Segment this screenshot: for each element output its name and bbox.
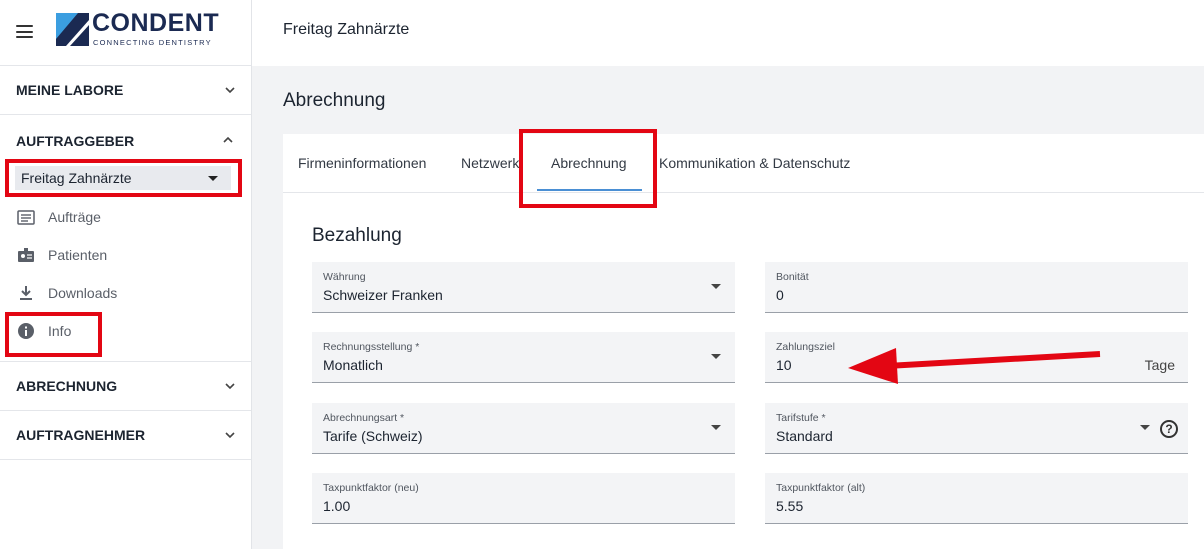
help-icon[interactable]: ? bbox=[1160, 420, 1178, 438]
field-suffix: Tage bbox=[1144, 357, 1175, 373]
sidebar-item-patienten[interactable]: Patienten bbox=[16, 244, 107, 266]
tab-abrechnung[interactable]: Abrechnung bbox=[551, 155, 627, 171]
tab-firmeninformationen[interactable]: Firmeninformationen bbox=[298, 155, 426, 171]
caret-down-icon bbox=[711, 425, 721, 430]
brand-name: CONDENT bbox=[92, 9, 220, 37]
sidebar-item-label: Downloads bbox=[48, 285, 118, 301]
sidebar-item-downloads[interactable]: Downloads bbox=[16, 282, 117, 304]
field-value: Tarife (Schweiz) bbox=[323, 428, 423, 444]
caret-down-icon bbox=[711, 284, 721, 289]
chevron-down-icon bbox=[225, 383, 235, 390]
section-title: Bezahlung bbox=[312, 225, 402, 246]
tab-bar: Firmeninformationen Netzwerk Abrechnung … bbox=[283, 134, 1204, 193]
caret-down-icon bbox=[711, 354, 721, 359]
sidebar-header: CONDENT CONNECTING DENTISTRY bbox=[0, 0, 251, 66]
field-label: Taxpunktfaktor (alt) bbox=[776, 482, 866, 494]
tarifstufe-select[interactable]: Tarifstufe * Standard ? bbox=[765, 403, 1188, 454]
field-value: 0 bbox=[776, 287, 784, 303]
chevron-up-icon[interactable] bbox=[223, 135, 233, 145]
chevron-down-icon bbox=[225, 87, 235, 94]
section-label: ABRECHNUNG bbox=[16, 378, 118, 394]
field-label: Rechnungsstellung * bbox=[323, 341, 420, 353]
field-label: Taxpunktfaktor (neu) bbox=[323, 482, 419, 494]
chevron-down-icon bbox=[225, 432, 235, 439]
sidebar: CONDENT CONNECTING DENTISTRY MEINE LABOR… bbox=[0, 0, 252, 549]
menu-icon[interactable] bbox=[16, 25, 33, 38]
bonitaet-field[interactable]: Bonität 0 bbox=[765, 262, 1188, 313]
patients-icon bbox=[16, 245, 36, 265]
sidebar-section-auftraggeber: AUFTRAGGEBER Freitag Zahnärzte Aufträge … bbox=[0, 115, 251, 362]
field-value: 10 bbox=[776, 357, 792, 373]
taxpunktfaktor-neu-field[interactable]: Taxpunktfaktor (neu) 1.00 bbox=[312, 473, 735, 524]
client-select-value: Freitag Zahnärzte bbox=[21, 170, 132, 186]
sidebar-item-label: Aufträge bbox=[48, 209, 101, 225]
content-card: Firmeninformationen Netzwerk Abrechnung … bbox=[283, 134, 1204, 549]
caret-down-icon bbox=[208, 176, 218, 181]
rechnungsstellung-select[interactable]: Rechnungsstellung * Monatlich bbox=[312, 332, 735, 383]
sidebar-item-auftraege[interactable]: Aufträge bbox=[16, 206, 101, 228]
tab-netzwerk[interactable]: Netzwerk bbox=[461, 155, 519, 171]
field-label: Zahlungsziel bbox=[776, 341, 835, 353]
tab-kommunikation-datenschutz[interactable]: Kommunikation & Datenschutz bbox=[659, 155, 850, 171]
section-label: MEINE LABORE bbox=[16, 82, 124, 98]
field-label: Tarifstufe * bbox=[776, 412, 826, 424]
field-label: Währung bbox=[323, 271, 366, 283]
sidebar-section-abrechnung[interactable]: ABRECHNUNG bbox=[0, 362, 251, 411]
field-label: Bonität bbox=[776, 271, 809, 283]
sidebar-item-label: Info bbox=[48, 323, 72, 339]
taxpunktfaktor-alt-field[interactable]: Taxpunktfaktor (alt) 5.55 bbox=[765, 473, 1188, 524]
info-icon bbox=[16, 321, 36, 341]
top-bar: Freitag Zahnärzte bbox=[252, 0, 1204, 66]
brand-tagline: CONNECTING DENTISTRY bbox=[93, 38, 212, 47]
sidebar-item-label: Patienten bbox=[48, 247, 108, 263]
field-label: Abrechnungsart * bbox=[323, 412, 405, 424]
field-value: Schweizer Franken bbox=[323, 287, 443, 303]
zahlungsziel-field[interactable]: Zahlungsziel 10 Tage bbox=[765, 332, 1188, 383]
orders-icon bbox=[16, 207, 36, 227]
header-title: Freitag Zahnärzte bbox=[283, 21, 410, 38]
download-icon bbox=[16, 283, 36, 303]
condent-logo-icon bbox=[56, 13, 89, 46]
sidebar-section-meine-labore[interactable]: MEINE LABORE bbox=[0, 66, 251, 115]
section-label[interactable]: AUFTRAGGEBER bbox=[16, 133, 134, 149]
field-value: Monatlich bbox=[323, 357, 383, 373]
caret-down-icon bbox=[1140, 425, 1150, 430]
abrechnungsart-select[interactable]: Abrechnungsart * Tarife (Schweiz) bbox=[312, 403, 735, 454]
client-select[interactable]: Freitag Zahnärzte bbox=[15, 166, 231, 190]
section-label: AUFTRAGNEHMER bbox=[16, 427, 146, 443]
sidebar-section-auftragnehmer[interactable]: AUFTRAGNEHMER bbox=[0, 411, 251, 460]
sidebar-item-info[interactable]: Info bbox=[16, 320, 71, 342]
active-tab-indicator bbox=[537, 189, 642, 191]
page-title: Abrechnung bbox=[283, 90, 386, 111]
field-value: Standard bbox=[776, 428, 833, 444]
waehrung-select[interactable]: Währung Schweizer Franken bbox=[312, 262, 735, 313]
field-value: 5.55 bbox=[776, 498, 804, 514]
field-value: 1.00 bbox=[323, 498, 351, 514]
